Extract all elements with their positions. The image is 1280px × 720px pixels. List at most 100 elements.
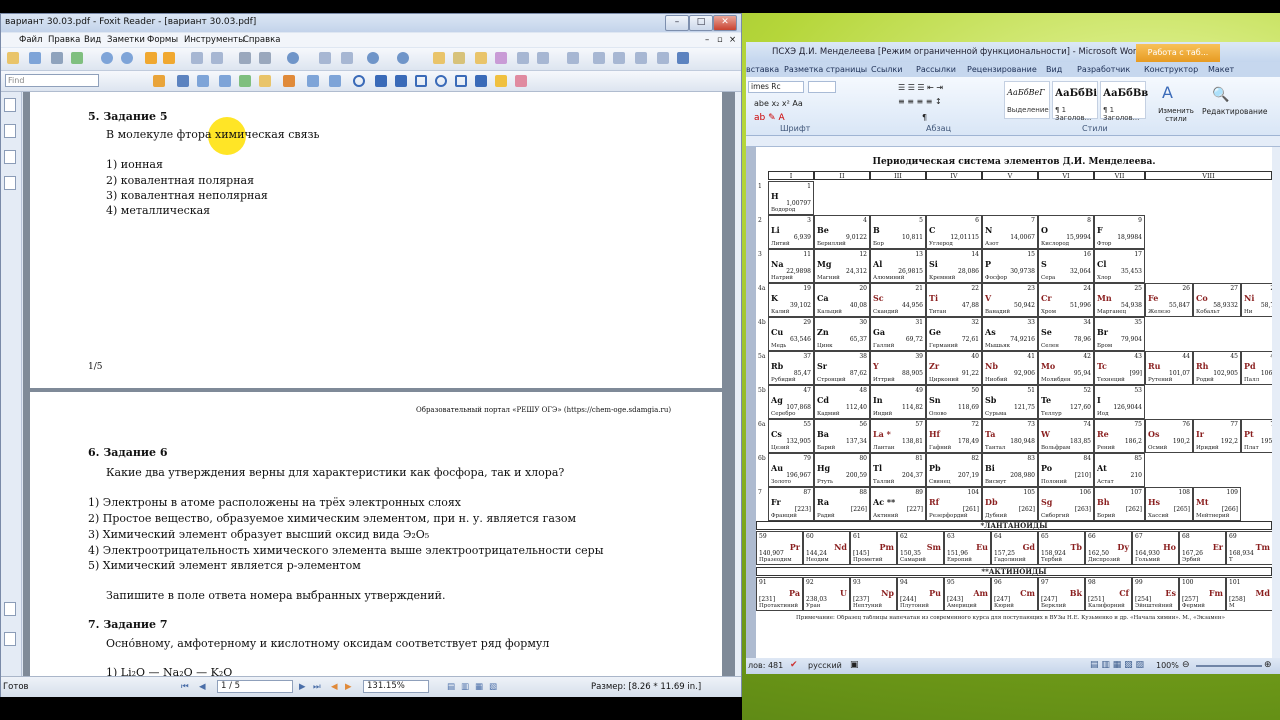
- lanthanide-cell[interactable]: 63 Eu 151,96 Европий: [944, 531, 991, 565]
- font-name-select[interactable]: imes Rc: [748, 81, 804, 93]
- document-view[interactable]: 5. Задание 5 В молекуле фтора химическая…: [23, 92, 735, 684]
- editing-icon[interactable]: 🔍: [1212, 87, 1229, 103]
- bookmarks-icon[interactable]: [4, 98, 16, 112]
- actinide-cell[interactable]: 99 Es [254] Эйнштейний: [1132, 577, 1179, 611]
- attachments-icon[interactable]: [4, 602, 16, 616]
- element-cell[interactable]: Bi 83 208,980 Висмут: [982, 453, 1038, 487]
- element-cell[interactable]: Ga 31 69,72 Галлий: [870, 317, 926, 351]
- element-cell[interactable]: Mo 42 95,94 Молибден: [1038, 351, 1094, 385]
- page-layout-icon[interactable]: [567, 52, 579, 64]
- undo-icon[interactable]: [239, 52, 251, 64]
- menu-comments[interactable]: Заметки: [107, 35, 145, 45]
- fit-page-icon[interactable]: [319, 52, 331, 64]
- prev-view-status-icon[interactable]: ◀: [331, 682, 338, 692]
- word-vertical-scrollbar[interactable]: [1272, 147, 1280, 658]
- menu-tools[interactable]: Инструменты: [184, 35, 245, 45]
- element-cell[interactable]: Cs 55 132,905 Цезий: [768, 419, 814, 453]
- element-cell[interactable]: Po 84 [210] Полоний: [1038, 453, 1094, 487]
- tab-developer[interactable]: Разработчик: [1077, 65, 1130, 74]
- lanthanide-cell[interactable]: 60 Nd 144,24 Неодим: [803, 531, 850, 565]
- element-cell[interactable]: N 7 14,0067 Азот: [982, 215, 1038, 249]
- facing-view-icon[interactable]: ▦: [475, 682, 483, 692]
- element-cell[interactable]: C 6 12,01115 Углерод: [926, 215, 982, 249]
- element-cell[interactable]: Sn 50 118,69 Олово: [926, 385, 982, 419]
- next-page-icon[interactable]: ▶: [299, 682, 306, 692]
- menu-view[interactable]: Вид: [84, 35, 101, 45]
- facing-icon[interactable]: [635, 52, 647, 64]
- menu-forms[interactable]: Формы: [147, 35, 178, 45]
- element-cell[interactable]: Tl 81 204,37 Таллий: [870, 453, 926, 487]
- pages-icon[interactable]: [4, 124, 16, 138]
- pencil-icon[interactable]: [495, 75, 507, 87]
- copy-icon[interactable]: [191, 52, 203, 64]
- element-cell[interactable]: Cu 29 63,546 Медь: [768, 317, 814, 351]
- save-icon[interactable]: [29, 52, 41, 64]
- element-cell[interactable]: Zr 40 91,22 Цирконий: [926, 351, 982, 385]
- element-cell[interactable]: Hf 72 178,49 Гафний: [926, 419, 982, 453]
- eraser-icon[interactable]: [515, 75, 527, 87]
- forward-icon[interactable]: [121, 52, 133, 64]
- element-cell[interactable]: Re 75 186,2 Рений: [1094, 419, 1145, 453]
- language-indicator[interactable]: русский: [808, 661, 842, 670]
- back-icon[interactable]: [101, 52, 113, 64]
- element-cell[interactable]: B 5 10,811 Бор: [870, 215, 926, 249]
- find-next-icon[interactable]: [177, 75, 189, 87]
- lanthanide-cell[interactable]: 62 Sm 150,35 Самарий: [897, 531, 944, 565]
- element-cell[interactable]: H 1 1,00797 Водород: [768, 181, 814, 215]
- element-cell[interactable]: Bh 107 [262] Борий: [1094, 487, 1145, 521]
- element-cell[interactable]: Sc 21 44,956 Скандий: [870, 283, 926, 317]
- element-cell[interactable]: Ta 73 180,948 Тантал: [982, 419, 1038, 453]
- zoom-select[interactable]: 131.15%: [363, 680, 429, 693]
- element-cell[interactable]: Al 13 26,9815 Алюминий: [870, 249, 926, 283]
- element-cell[interactable]: Os 76 190,2 Осмий: [1145, 419, 1193, 453]
- element-cell[interactable]: Li 3 6,939 Литий: [768, 215, 814, 249]
- element-cell[interactable]: Si 14 28,086 Кремний: [926, 249, 982, 283]
- lanthanide-cell[interactable]: 65 Tb 158,924 Тербий: [1038, 531, 1085, 565]
- attach-icon[interactable]: [219, 75, 231, 87]
- fullscreen-icon[interactable]: [677, 52, 689, 64]
- align-icons[interactable]: ≡ ≡ ≡ ≡ ↕: [898, 97, 942, 106]
- element-cell[interactable]: Sg 106 [263] Сиборгий: [1038, 487, 1094, 521]
- find-icon[interactable]: [153, 75, 165, 87]
- tab-layout[interactable]: Макет: [1208, 65, 1234, 74]
- oval-icon[interactable]: [435, 75, 447, 87]
- first-page-icon[interactable]: ⏮: [181, 682, 189, 692]
- element-cell[interactable]: Fr 87 [223] Франций: [768, 487, 814, 521]
- rotate-icon[interactable]: [657, 52, 669, 64]
- macro-icon[interactable]: ▣: [850, 660, 859, 670]
- polyline-icon[interactable]: [475, 75, 487, 87]
- next-view-status-icon[interactable]: ▶: [345, 682, 352, 692]
- zoom-plus-icon[interactable]: [397, 52, 409, 64]
- page-header[interactable]: Образовательный портал «РЕШУ ОГЭ» (https…: [416, 406, 671, 414]
- polygon-icon[interactable]: [455, 75, 467, 87]
- pointer-icon[interactable]: [475, 52, 487, 64]
- element-cell[interactable]: I 53 126,9044 Иод: [1094, 385, 1145, 419]
- mdi-restore-icon[interactable]: ▫: [717, 35, 723, 45]
- element-cell[interactable]: F 9 18,9984 Фтор: [1094, 215, 1145, 249]
- actinide-cell[interactable]: 95 Am [243] Америций: [944, 577, 991, 611]
- paste-icon[interactable]: [211, 52, 223, 64]
- actinide-cell[interactable]: 92 U 238,03 Уран: [803, 577, 850, 611]
- element-cell[interactable]: As 33 74,9216 Мышьяк: [982, 317, 1038, 351]
- style-heading2[interactable]: АаБбВв ¶ 1 Заголов...: [1100, 81, 1148, 122]
- next-view-icon[interactable]: [163, 52, 175, 64]
- highlight-tool-icon[interactable]: [283, 75, 295, 87]
- element-cell[interactable]: W 74 183,85 Вольфрам: [1038, 419, 1094, 453]
- tab-references[interactable]: Ссылки: [871, 65, 902, 74]
- prev-page-icon[interactable]: ◀: [199, 682, 206, 692]
- element-cell[interactable]: Nb 41 92,906 Ниобий: [982, 351, 1038, 385]
- actinide-cell[interactable]: 93 Np [237] Нептуний: [850, 577, 897, 611]
- lanthanide-cell[interactable]: 61 Pm [145] Прометий: [850, 531, 897, 565]
- element-cell[interactable]: Hs 108 [265] Хассий: [1145, 487, 1193, 521]
- style-heading1[interactable]: АаБбВі ¶ 1 Заголов...: [1052, 81, 1098, 122]
- tab-page-layout[interactable]: Разметка страницы: [784, 65, 867, 74]
- element-cell[interactable]: Db 105 [262] Дубний: [982, 487, 1038, 521]
- email-icon[interactable]: [71, 52, 83, 64]
- lanthanide-cell[interactable]: 64 Gd 157,25 Гадолиний: [991, 531, 1038, 565]
- element-cell[interactable]: Ni2858,71Ни: [1241, 283, 1272, 317]
- actinide-cell[interactable]: 96 Cm [247] Кюрий: [991, 577, 1038, 611]
- last-page-icon[interactable]: ⏭: [313, 682, 321, 692]
- element-cell[interactable]: La * 57 138,81 Лантан: [870, 419, 926, 453]
- element-cell[interactable]: K 19 39,102 Калий: [768, 283, 814, 317]
- comments-icon[interactable]: [4, 150, 16, 164]
